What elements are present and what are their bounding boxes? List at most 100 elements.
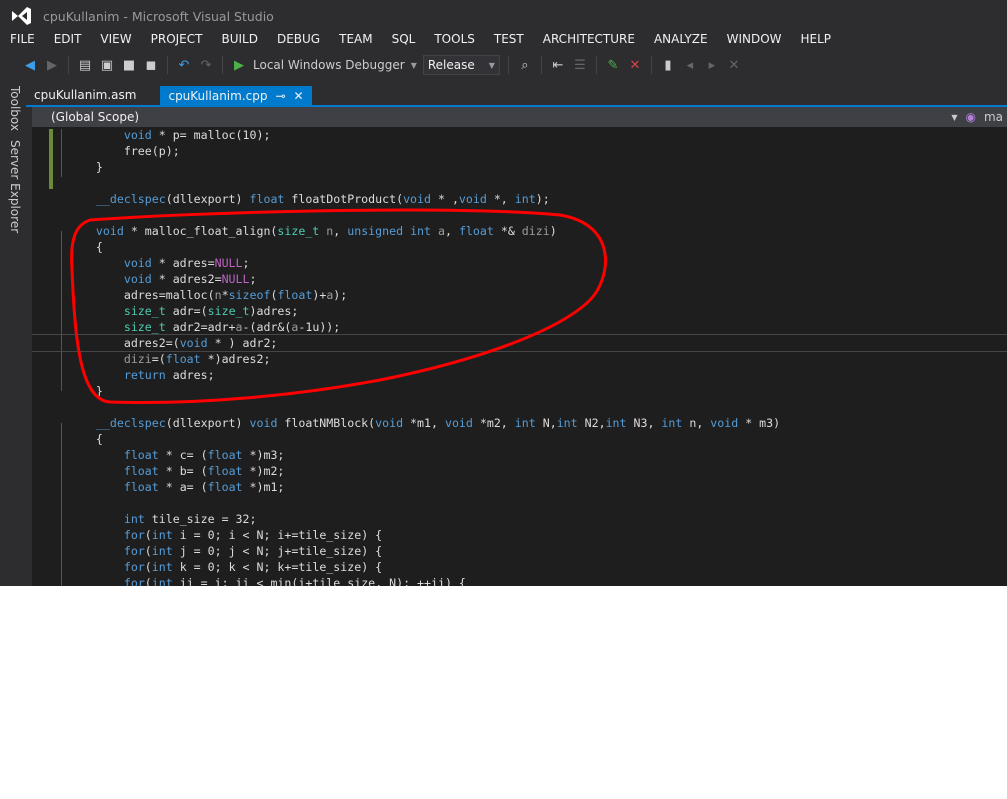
code-editor[interactable]: void * p= malloc(10); free(p); } __decls…	[32, 127, 1007, 586]
configuration-dropdown[interactable]: Release ▼	[422, 55, 500, 75]
code-token: int	[151, 576, 173, 586]
save-icon[interactable]: ■	[121, 57, 137, 73]
tab-cpukullanim-asm[interactable]: cpuKullanim.asm	[26, 86, 144, 105]
close-icon[interactable]: ✕	[294, 89, 304, 103]
navigation-bar: (Global Scope) ▼ ◉ ma	[32, 107, 1007, 127]
code-token: *,	[486, 192, 515, 206]
code-token: * adres2=	[151, 272, 222, 286]
code-token: dizi	[123, 352, 152, 366]
code-token: adres2=(	[68, 336, 180, 350]
save-all-icon[interactable]: ◼	[143, 57, 159, 73]
menu-help[interactable]: HELP	[791, 32, 841, 50]
menu-tools[interactable]: TOOLS	[424, 32, 484, 50]
code-token: ii = i; ii < min(i+tile_size, N); ++ii) …	[172, 576, 466, 586]
menu-team[interactable]: TEAM	[329, 32, 381, 50]
chevron-down-icon[interactable]: ▼	[951, 113, 957, 122]
code-token: (dllexport)	[165, 416, 250, 430]
code-token: int	[123, 512, 145, 526]
redo-icon[interactable]: ↷	[198, 57, 214, 73]
indent-icon[interactable]: ⇤	[550, 57, 566, 73]
code-token: float	[123, 448, 159, 462]
menu-build[interactable]: BUILD	[211, 32, 266, 50]
pin-icon[interactable]: ⊸	[275, 89, 285, 103]
undo-icon[interactable]: ↶	[176, 57, 192, 73]
code-line: void * adres=NULL;	[68, 255, 1007, 271]
code-line: for(int j = 0; j < N; j+=tile_size) {	[68, 543, 1007, 559]
code-token: void	[710, 416, 739, 430]
code-token: NULL	[214, 256, 243, 270]
code-token: void	[403, 192, 431, 206]
play-icon[interactable]: ▶	[231, 57, 247, 73]
menu-view[interactable]: VIEW	[90, 32, 140, 50]
start-debugger-button[interactable]: Local Windows Debugger	[253, 58, 405, 72]
code-token: __declspec	[95, 192, 166, 206]
menu-window[interactable]: WINDOW	[717, 32, 791, 50]
code-token: )	[549, 224, 557, 238]
code-token: float	[123, 464, 159, 478]
code-token: adres;	[165, 368, 215, 382]
menu-file[interactable]: FILE	[0, 32, 44, 50]
code-token: void	[123, 128, 152, 142]
menu-edit[interactable]: EDIT	[44, 32, 91, 50]
code-token: ;	[242, 256, 250, 270]
server-explorer-tab[interactable]: Server Explorer	[8, 140, 22, 233]
code-token: int	[514, 416, 536, 430]
forward-icon[interactable]: ▶	[44, 57, 60, 73]
code-token: n,	[682, 416, 711, 430]
code-token: adr=(	[165, 304, 208, 318]
code-line: size_t adr2=adr+a-(adr&(a-1u));	[68, 319, 1007, 335]
code-token: void	[123, 256, 152, 270]
outdent-icon[interactable]: ☰	[572, 57, 588, 73]
menu-sql[interactable]: SQL	[382, 32, 425, 50]
bookmark-icon[interactable]: ▮	[660, 57, 676, 73]
back-icon[interactable]: ◀	[22, 57, 38, 73]
chevron-down-icon[interactable]: ▼	[411, 61, 417, 70]
code-token: * p= malloc(10);	[151, 128, 271, 142]
code-token: size_t	[207, 304, 250, 318]
comment-icon[interactable]: ✎	[605, 57, 621, 73]
code-token: float	[458, 224, 494, 238]
prev-bookmark-icon[interactable]: ◂	[682, 57, 698, 73]
code-token: *)m2;	[242, 464, 285, 478]
code-token: {	[68, 432, 103, 446]
scope-dropdown[interactable]: (Global Scope)	[32, 110, 951, 124]
code-line: {	[68, 431, 1007, 447]
code-line: __declspec(dllexport) void floatNMBlock(…	[68, 415, 1007, 431]
code-token: *)adres2;	[200, 352, 271, 366]
tab-cpukullanim-cpp[interactable]: cpuKullanim.cpp ⊸ ✕	[160, 86, 312, 105]
code-token: void	[249, 416, 278, 430]
next-bookmark-icon[interactable]: ▸	[704, 57, 720, 73]
menu-architecture[interactable]: ARCHITECTURE	[533, 32, 644, 50]
menu-analyze[interactable]: ANALYZE	[644, 32, 717, 50]
code-token: floatNMBlock(	[277, 416, 376, 430]
menu-test[interactable]: TEST	[484, 32, 533, 50]
code-line: {	[68, 239, 1007, 255]
toolbox-tab[interactable]: Toolbox	[8, 86, 22, 131]
code-line: }	[68, 383, 1007, 399]
clear-bookmarks-icon[interactable]: ✕	[726, 57, 742, 73]
code-token: }	[68, 384, 103, 398]
title-bar: cpuKullanim - Microsoft Visual Studio	[0, 0, 1007, 32]
code-token: )adres;	[249, 304, 299, 318]
find-icon[interactable]: ⌕	[517, 57, 533, 73]
code-token: =(	[151, 352, 166, 366]
member-dropdown[interactable]: ma	[984, 110, 1003, 124]
open-file-icon[interactable]: ▣	[99, 57, 115, 73]
code-line: adres=malloc(n*sizeof(float)+a);	[68, 287, 1007, 303]
menu-debug[interactable]: DEBUG	[267, 32, 329, 50]
menu-project[interactable]: PROJECT	[141, 32, 212, 50]
code-token: *)m3;	[242, 448, 285, 462]
toolbar: ◀ ▶ ▤ ▣ ■ ◼ ↶ ↷ ▶ Local Windows Debugger…	[0, 53, 1007, 77]
code-line: __declspec(dllexport) float floatDotProd…	[68, 191, 1007, 207]
new-project-icon[interactable]: ▤	[77, 57, 93, 73]
uncomment-icon[interactable]: ✕	[627, 57, 643, 73]
code-token: size_t	[123, 304, 166, 318]
code-token: N,	[535, 416, 557, 430]
